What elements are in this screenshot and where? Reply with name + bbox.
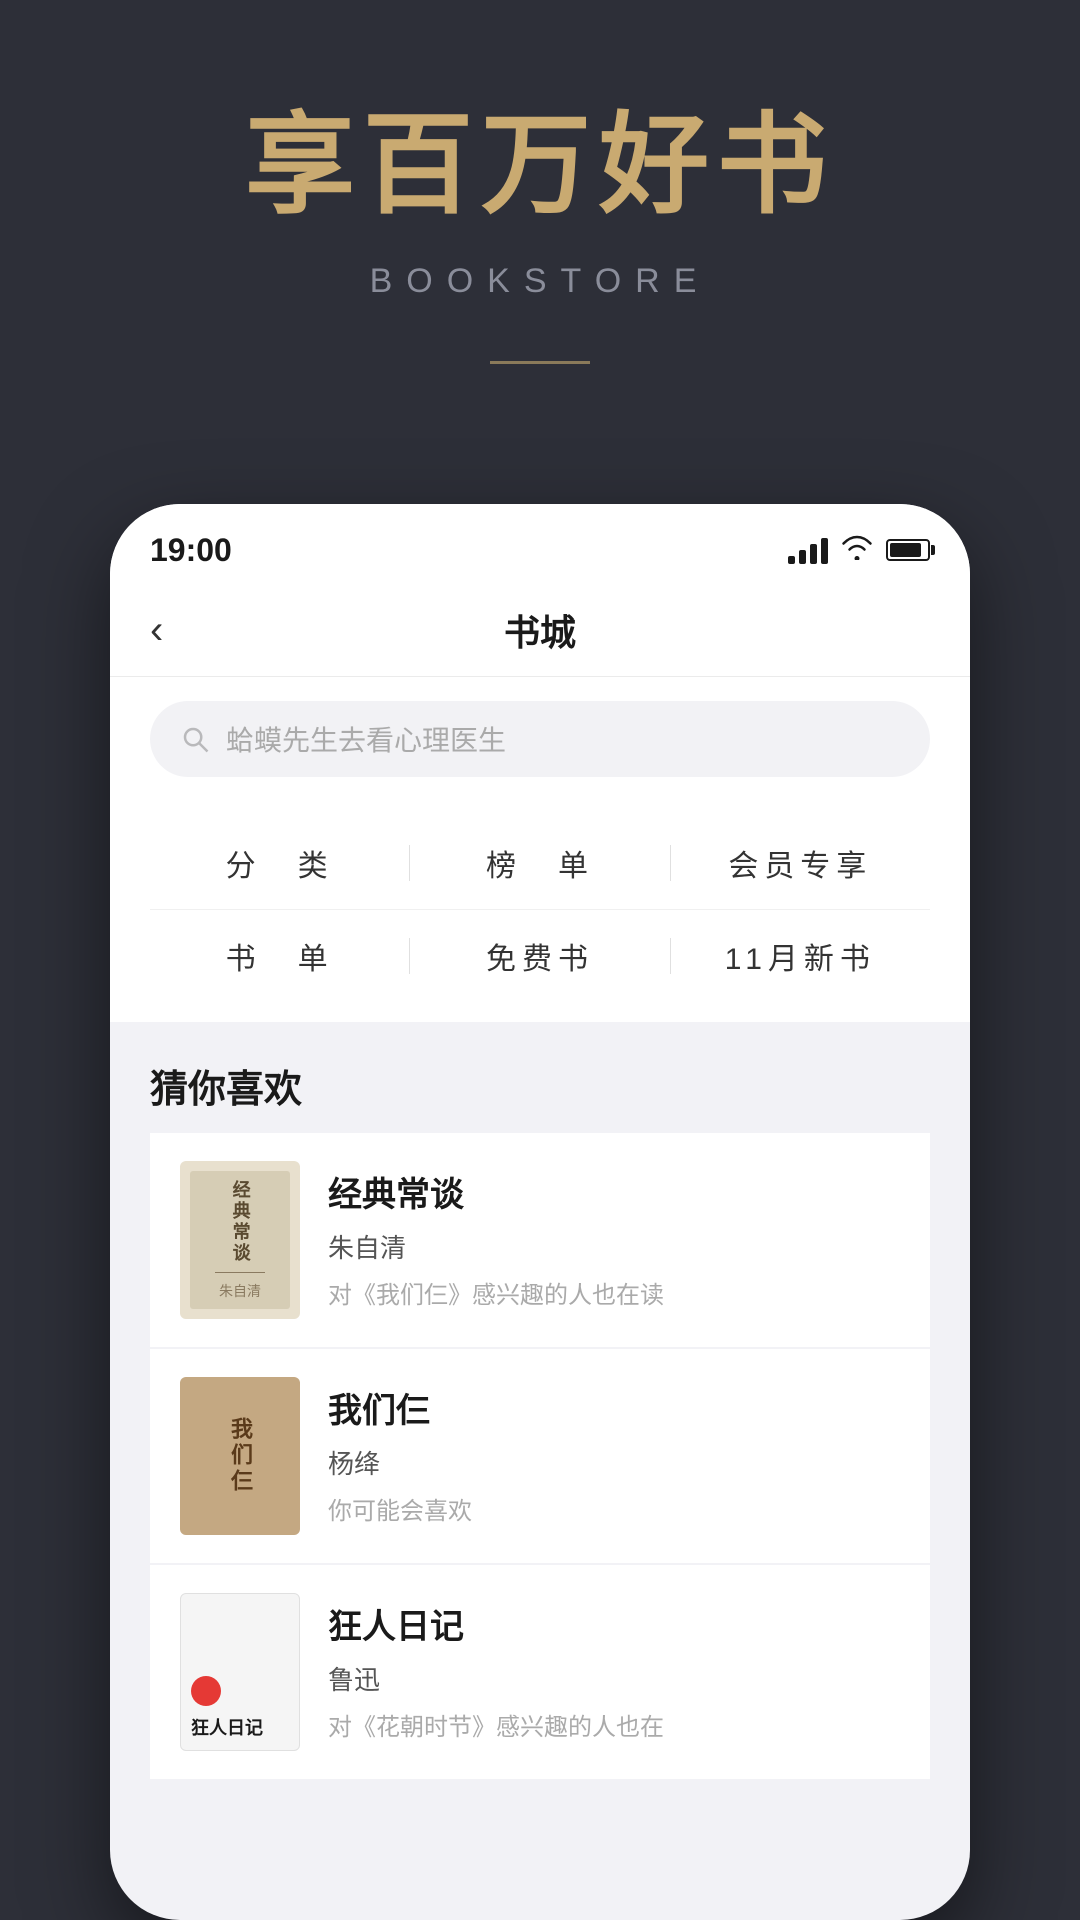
header-area: 享百万好书 BOOKSTORE <box>0 0 1080 424</box>
search-bar[interactable]: 蛤蟆先生去看心理医生 <box>150 701 930 777</box>
book-info-3: 狂人日记 鲁迅 对《花朝时节》感兴趣的人也在 <box>328 1593 664 1742</box>
wifi-icon <box>840 534 874 567</box>
sub-title: BOOKSTORE <box>370 262 711 301</box>
menu-item-ranking[interactable]: 榜 单 <box>410 841 669 885</box>
menu-row-2: 书 单 免费书 11月新书 <box>150 910 930 994</box>
book-list: 经典常谈 朱自清 经典常谈 朱自清 对《我们仨》感兴趣的人也在读 <box>150 1133 930 1781</box>
book-info-1: 经典常谈 朱自清 对《我们仨》感兴趣的人也在读 <box>328 1161 664 1310</box>
signal-icon <box>788 536 828 564</box>
phone-mockup: 19:00 <box>110 504 970 1920</box>
recommend-section: 猜你喜欢 经典常谈 朱自清 经典常谈 <box>110 1022 970 1781</box>
book-cover-2: 我们仨 <box>180 1377 300 1535</box>
menu-item-booklist[interactable]: 书 单 <box>150 934 409 978</box>
main-title: 享百万好书 <box>245 100 835 232</box>
page-container: 享百万好书 BOOKSTORE 19:00 <box>0 0 1080 1920</box>
book-desc-1: 对《我们仨》感兴趣的人也在读 <box>328 1275 664 1310</box>
status-bar: 19:00 <box>110 504 970 584</box>
book-item-3[interactable]: 狂人日记 狂人日记 鲁迅 对《花朝时节》感兴趣的人也在 <box>150 1565 930 1779</box>
book-author-3: 鲁迅 <box>328 1660 664 1697</box>
search-area: 蛤蟆先生去看心理医生 <box>110 677 970 805</box>
menu-item-category[interactable]: 分 类 <box>150 841 409 885</box>
book-desc-3: 对《花朝时节》感兴趣的人也在 <box>328 1707 664 1742</box>
status-time: 19:00 <box>150 532 232 569</box>
battery-icon <box>886 539 930 561</box>
book-cover-3: 狂人日记 <box>180 1593 300 1751</box>
menu-item-vip[interactable]: 会员专享 <box>671 841 930 885</box>
menu-item-newbook[interactable]: 11月新书 <box>671 934 930 978</box>
book-author-1: 朱自清 <box>328 1228 664 1265</box>
menu-row-1: 分 类 榜 单 会员专享 <box>150 825 930 910</box>
nav-title: 书城 <box>504 604 576 656</box>
book-item-2[interactable]: 我们仨 我们仨 杨绛 你可能会喜欢 <box>150 1349 930 1563</box>
search-icon <box>180 724 210 754</box>
book-cover-1: 经典常谈 朱自清 <box>180 1161 300 1319</box>
menu-item-freebook[interactable]: 免费书 <box>410 934 669 978</box>
search-placeholder: 蛤蟆先生去看心理医生 <box>226 719 506 759</box>
book-item-1[interactable]: 经典常谈 朱自清 经典常谈 朱自清 对《我们仨》感兴趣的人也在读 <box>150 1133 930 1347</box>
book-title-1: 经典常谈 <box>328 1167 664 1216</box>
status-icons <box>788 534 930 567</box>
section-title: 猜你喜欢 <box>150 1058 930 1113</box>
nav-bar: ‹ 书城 <box>110 584 970 677</box>
category-menu: 分 类 榜 单 会员专享 书 单 免费书 11月新书 <box>110 805 970 1022</box>
book-desc-2: 你可能会喜欢 <box>328 1491 472 1526</box>
book-info-2: 我们仨 杨绛 你可能会喜欢 <box>328 1377 472 1526</box>
book-title-2: 我们仨 <box>328 1383 472 1432</box>
divider <box>490 361 590 364</box>
book-title-3: 狂人日记 <box>328 1599 664 1648</box>
book-author-2: 杨绛 <box>328 1444 472 1481</box>
back-button[interactable]: ‹ <box>150 610 163 650</box>
